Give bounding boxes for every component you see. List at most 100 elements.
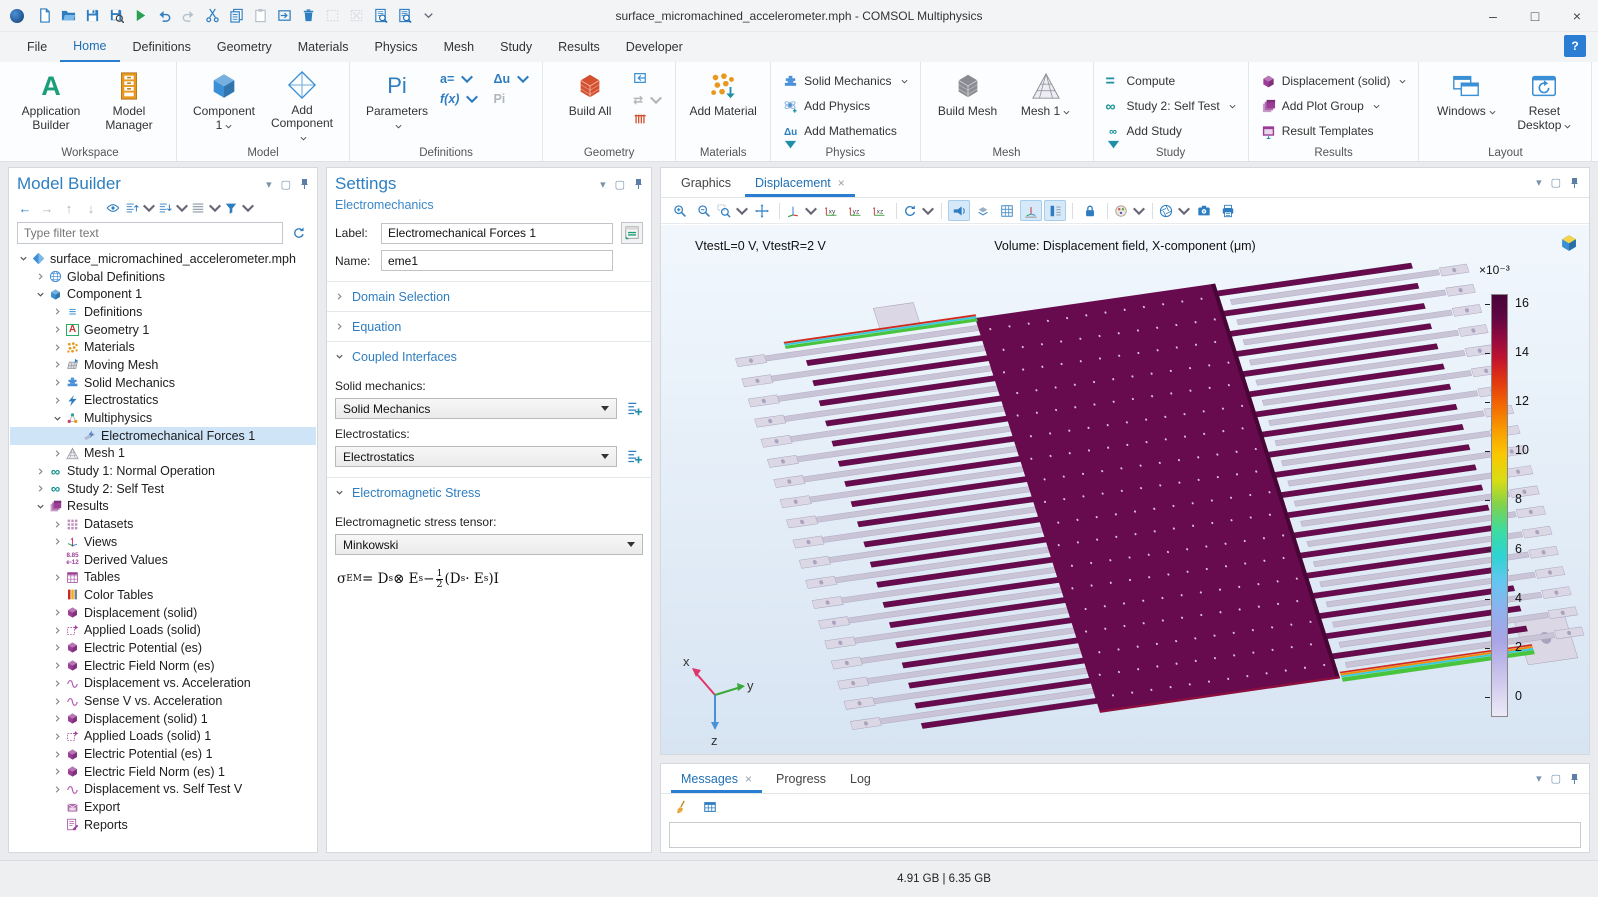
- expand-icon[interactable]: [50, 626, 64, 635]
- collapse-icon[interactable]: [50, 414, 64, 423]
- run-icon[interactable]: [128, 5, 152, 27]
- pin-icon[interactable]: [300, 178, 309, 190]
- tree-item-global-definitions[interactable]: Global Definitions: [10, 268, 316, 286]
- paste-icon[interactable]: [248, 5, 272, 27]
- expand-icon[interactable]: [50, 573, 64, 582]
- compute-button[interactable]: =Compute: [1106, 70, 1236, 92]
- tree-item-displacement-vs-acceleration[interactable]: Displacement vs. Acceleration: [10, 675, 316, 693]
- expand-icon[interactable]: [50, 697, 64, 706]
- collapse-icon[interactable]: [33, 502, 47, 511]
- expand-icon[interactable]: [50, 307, 64, 316]
- show-axes-button[interactable]: [1020, 200, 1042, 221]
- tree-item-color-tables[interactable]: Color Tables: [10, 586, 316, 604]
- environment-reflections-button[interactable]: [1114, 200, 1146, 221]
- expand-icon[interactable]: [50, 378, 64, 387]
- tree-item-applied-loads-solid-1[interactable]: Applied Loads (solid) 1: [10, 728, 316, 746]
- copy-icon[interactable]: [224, 5, 248, 27]
- expand-icon[interactable]: [50, 537, 64, 546]
- expand-icon[interactable]: [50, 643, 64, 652]
- tree-item-derived-values[interactable]: 8.85e-12Derived Values: [10, 551, 316, 569]
- label-input[interactable]: [381, 223, 613, 244]
- filter-button[interactable]: [224, 198, 255, 218]
- application-builder-button[interactable]: AApplication Builder: [16, 68, 86, 145]
- menu-materials[interactable]: Materials: [285, 32, 362, 62]
- expand-icon[interactable]: [50, 767, 64, 776]
- f-x-button[interactable]: f(x): [440, 92, 479, 106]
- close-button[interactable]: ×: [1556, 0, 1598, 31]
- parameters-button[interactable]: PiParameters: [362, 68, 432, 145]
- save-icon[interactable]: [80, 5, 104, 27]
- zoom-out-button[interactable]: [693, 200, 715, 221]
- expand-icon[interactable]: [33, 272, 47, 281]
- save-as-icon[interactable]: [104, 5, 128, 27]
- tree-item-displacement-solid[interactable]: Displacement (solid): [10, 604, 316, 622]
- expand-icon[interactable]: [50, 714, 64, 723]
- print-button[interactable]: [1217, 200, 1239, 221]
- menu-definitions[interactable]: Definitions: [120, 32, 204, 62]
- section-electromagnetic-stress[interactable]: Electromagnetic Stress: [327, 478, 651, 507]
- show-grid-button[interactable]: [996, 200, 1018, 221]
- tree-item-displacement-vs-self-test-v[interactable]: Displacement vs. Self Test V: [10, 781, 316, 799]
- go-to-default-view-button[interactable]: [786, 200, 818, 221]
- expand-icon[interactable]: [50, 520, 64, 529]
- section-coupled-interfaces[interactable]: Coupled Interfaces: [327, 342, 651, 371]
- image-snapshot-button[interactable]: [1193, 200, 1215, 221]
- tree-item-electric-field-norm-es-1[interactable]: Electric Field Norm (es) 1: [10, 763, 316, 781]
- section-domain-selection[interactable]: Domain Selection: [327, 282, 651, 311]
- toolbar-overflow-icon[interactable]: [416, 5, 440, 27]
- tree-filter-input[interactable]: [17, 222, 283, 244]
- study-2-self-test-button[interactable]: ∞Study 2: Self Test: [1106, 95, 1236, 117]
- tree-item-geometry-1[interactable]: AGeometry 1: [10, 321, 316, 339]
- import-button[interactable]: [633, 71, 663, 88]
- float-panel-icon[interactable]: ▢: [1551, 772, 1561, 785]
- graphics-tab-graphics[interactable]: Graphics: [671, 170, 741, 197]
- expand-icon[interactable]: [50, 343, 64, 352]
- view-xz-button[interactable]: xz: [868, 200, 890, 221]
- tree-item-multiphysics[interactable]: Multiphysics: [10, 409, 316, 427]
- float-panel-icon[interactable]: ▢: [1551, 176, 1561, 189]
- expand-icon[interactable]: [50, 785, 64, 794]
- chevron-down-icon[interactable]: ▾: [600, 178, 606, 191]
- tree-item-results[interactable]: Results: [10, 498, 316, 516]
- tree-item-moving-mesh[interactable]: Moving Mesh: [10, 356, 316, 374]
- maximize-button[interactable]: □: [1514, 0, 1556, 31]
- close-tab-icon[interactable]: ×: [838, 176, 845, 190]
- find-icon[interactable]: [368, 5, 392, 27]
- view-yz-button[interactable]: yz: [844, 200, 866, 221]
- expand-icon[interactable]: [33, 484, 47, 493]
- expand-icon[interactable]: [50, 396, 64, 405]
- add-plot-group-button[interactable]: Add Plot Group: [1261, 95, 1407, 117]
- pi-button[interactable]: Pi: [493, 92, 530, 106]
- tree-item-export[interactable]: Export: [10, 798, 316, 816]
- scene-light-button[interactable]: [948, 200, 970, 221]
- expand-icon[interactable]: [50, 661, 64, 670]
- open-file-icon[interactable]: [56, 5, 80, 27]
- show-button[interactable]: [103, 198, 123, 218]
- undo-icon[interactable]: [152, 5, 176, 27]
- tree-item-component-1[interactable]: Component 1: [10, 285, 316, 303]
- pin-icon[interactable]: [1570, 773, 1579, 785]
- zoom-in-button[interactable]: [669, 200, 691, 221]
- solid-mechanics-button[interactable]: Solid Mechanics: [783, 70, 907, 92]
- a-button[interactable]: a=: [440, 72, 479, 86]
- delete-icon[interactable]: [296, 5, 320, 27]
- add-study-button[interactable]: ∞Add Study: [1106, 120, 1236, 142]
- chevron-down-icon[interactable]: ▾: [266, 178, 272, 191]
- menu-physics[interactable]: Physics: [361, 32, 430, 62]
- add-interface-icon[interactable]: [625, 448, 643, 466]
- minimize-button[interactable]: –: [1472, 0, 1514, 31]
- collapse-all-button[interactable]: [158, 198, 189, 218]
- pin-icon[interactable]: [634, 178, 643, 190]
- update-plot-button[interactable]: [1159, 200, 1191, 221]
- add-component-button[interactable]: Add Component: [267, 68, 337, 145]
- zoom-box-button[interactable]: [717, 200, 749, 221]
- add-mathematics-button[interactable]: ΔuAdd Mathematics: [783, 120, 907, 142]
- rotate-view-button[interactable]: [903, 200, 935, 221]
- menu-file[interactable]: File: [14, 32, 60, 62]
- expand-all-button[interactable]: [125, 198, 156, 218]
- find-in-model-icon[interactable]: [392, 5, 416, 27]
- select-box-icon[interactable]: [320, 5, 344, 27]
- named-selection-button[interactable]: [621, 222, 643, 244]
- view-cube-widget[interactable]: [1559, 233, 1579, 253]
- plot-area[interactable]: VtestL=0 V, VtestR=2 V Volume: Displacem…: [661, 225, 1589, 754]
